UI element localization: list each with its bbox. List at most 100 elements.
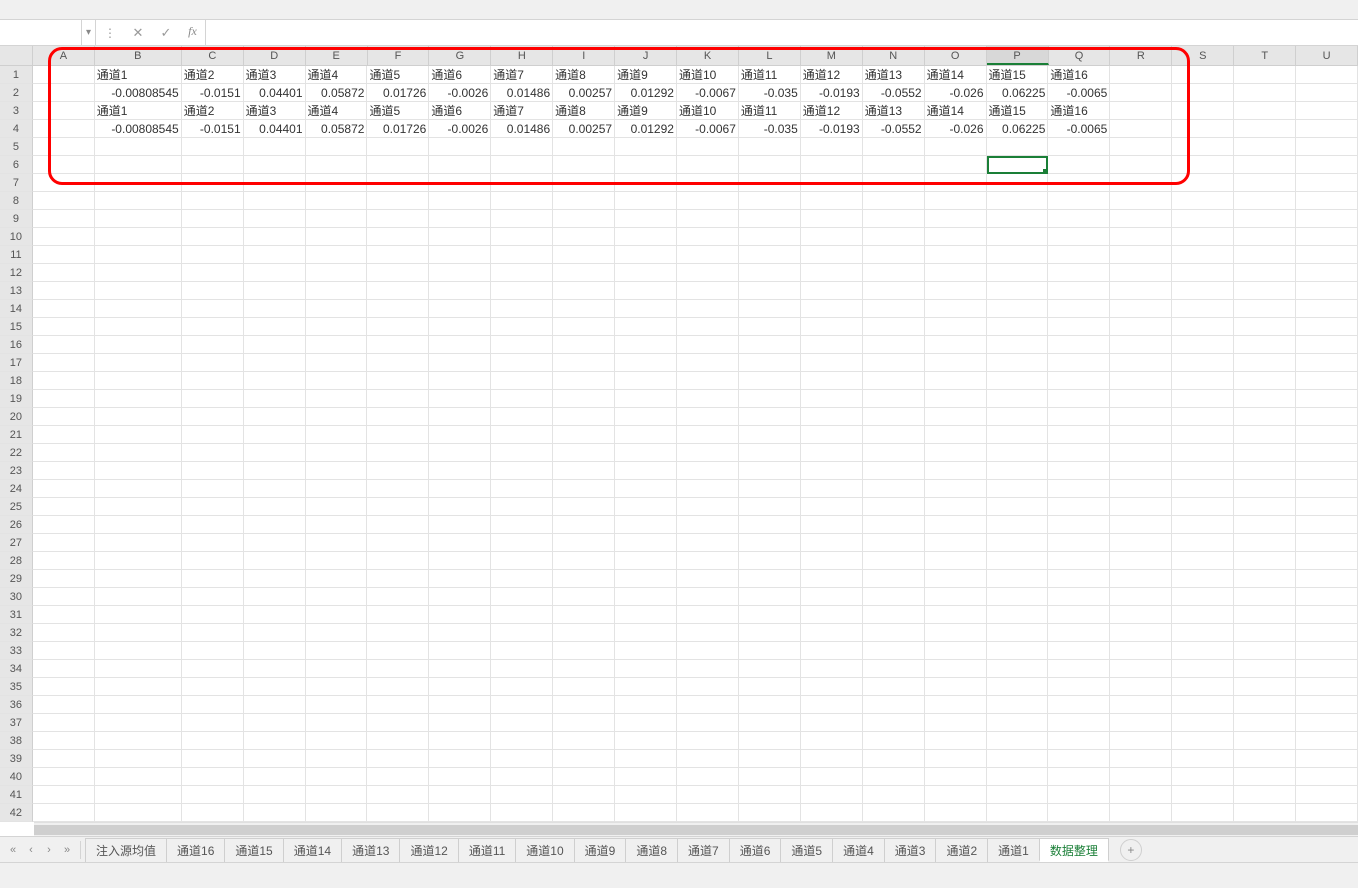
cell[interactable] <box>863 624 925 642</box>
cell[interactable] <box>1234 804 1296 822</box>
cell[interactable] <box>491 498 553 516</box>
cell[interactable] <box>925 246 987 264</box>
cell[interactable] <box>553 624 615 642</box>
cell[interactable] <box>1172 480 1234 498</box>
cell[interactable]: 通道14 <box>925 102 987 120</box>
cell[interactable] <box>306 246 368 264</box>
cell[interactable] <box>801 642 863 660</box>
cell[interactable] <box>739 462 801 480</box>
cell[interactable] <box>1234 516 1296 534</box>
row-header[interactable]: 26 <box>0 516 33 534</box>
row-header[interactable]: 23 <box>0 462 33 480</box>
cell[interactable] <box>739 750 801 768</box>
cell[interactable] <box>1048 534 1110 552</box>
cell[interactable] <box>1172 462 1234 480</box>
cell[interactable]: -0.0026 <box>429 84 491 102</box>
cell[interactable]: 0.06225 <box>987 84 1049 102</box>
cell[interactable] <box>491 300 553 318</box>
cell[interactable] <box>429 228 491 246</box>
cell[interactable] <box>33 786 95 804</box>
cell[interactable] <box>429 750 491 768</box>
cell[interactable] <box>1296 264 1358 282</box>
column-header-C[interactable]: C <box>182 46 244 65</box>
cell[interactable] <box>182 498 244 516</box>
cell[interactable] <box>1048 750 1110 768</box>
cell[interactable] <box>1110 498 1172 516</box>
row-header[interactable]: 22 <box>0 444 33 462</box>
cell[interactable] <box>429 444 491 462</box>
cell[interactable] <box>306 264 368 282</box>
cell[interactable] <box>367 696 429 714</box>
cell[interactable] <box>182 534 244 552</box>
cell[interactable] <box>182 714 244 732</box>
row-header[interactable]: 15 <box>0 318 33 336</box>
cell[interactable] <box>1110 372 1172 390</box>
cell[interactable] <box>1172 264 1234 282</box>
column-header-S[interactable]: S <box>1172 46 1234 65</box>
cell[interactable] <box>95 696 182 714</box>
cell[interactable] <box>801 462 863 480</box>
cell[interactable] <box>1234 66 1296 84</box>
sheet-tab[interactable]: 通道1 <box>987 838 1040 862</box>
cell[interactable] <box>182 516 244 534</box>
cell[interactable] <box>863 228 925 246</box>
cell[interactable] <box>429 588 491 606</box>
cell[interactable] <box>987 606 1049 624</box>
cell[interactable] <box>1172 282 1234 300</box>
cell[interactable]: 0.01486 <box>491 84 553 102</box>
cell[interactable] <box>1234 174 1296 192</box>
cell[interactable] <box>1234 192 1296 210</box>
cell[interactable] <box>863 192 925 210</box>
cell[interactable] <box>987 462 1049 480</box>
cell[interactable] <box>1172 570 1234 588</box>
cell[interactable] <box>95 372 182 390</box>
cell[interactable] <box>1048 552 1110 570</box>
cell[interactable] <box>182 300 244 318</box>
cell[interactable] <box>615 426 677 444</box>
cell[interactable] <box>367 462 429 480</box>
cell[interactable]: 0.05872 <box>306 84 368 102</box>
cell[interactable] <box>1296 624 1358 642</box>
cell[interactable] <box>925 156 987 174</box>
cell[interactable] <box>987 714 1049 732</box>
cell[interactable]: 0.01292 <box>615 84 677 102</box>
cell[interactable] <box>491 516 553 534</box>
cell[interactable] <box>1296 642 1358 660</box>
cell[interactable] <box>677 570 739 588</box>
cell[interactable] <box>491 192 553 210</box>
cell[interactable] <box>1172 552 1234 570</box>
row-header[interactable]: 19 <box>0 390 33 408</box>
cell[interactable] <box>1234 786 1296 804</box>
cell[interactable] <box>677 264 739 282</box>
cell[interactable] <box>1296 462 1358 480</box>
cell[interactable] <box>553 678 615 696</box>
sheet-tab[interactable]: 通道13 <box>341 838 400 862</box>
cell[interactable] <box>491 354 553 372</box>
cell[interactable] <box>553 462 615 480</box>
cell[interactable] <box>739 300 801 318</box>
cell[interactable] <box>987 570 1049 588</box>
column-header-J[interactable]: J <box>615 46 677 65</box>
cell[interactable] <box>244 462 306 480</box>
row-header[interactable]: 31 <box>0 606 33 624</box>
cell[interactable]: 通道2 <box>182 66 244 84</box>
cell[interactable]: -0.0552 <box>863 84 925 102</box>
cell[interactable] <box>33 282 95 300</box>
cell[interactable] <box>244 786 306 804</box>
cell[interactable] <box>306 534 368 552</box>
cell[interactable] <box>1110 138 1172 156</box>
column-header-N[interactable]: N <box>863 46 925 65</box>
cell[interactable] <box>306 570 368 588</box>
cell[interactable] <box>615 336 677 354</box>
cell[interactable] <box>33 336 95 354</box>
cell[interactable] <box>1296 84 1358 102</box>
cell[interactable] <box>182 372 244 390</box>
cell[interactable] <box>987 660 1049 678</box>
cell[interactable] <box>739 570 801 588</box>
cell[interactable] <box>987 804 1049 822</box>
cell[interactable] <box>801 138 863 156</box>
cell[interactable] <box>429 786 491 804</box>
cell[interactable] <box>677 336 739 354</box>
cell[interactable] <box>739 138 801 156</box>
tab-nav-next[interactable]: › <box>40 840 58 860</box>
